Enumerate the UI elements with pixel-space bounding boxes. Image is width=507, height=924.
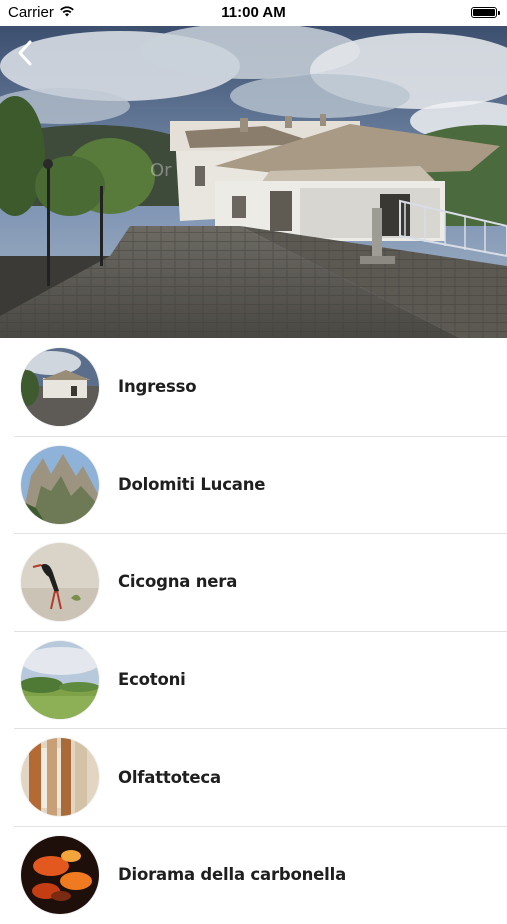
- list-item-label: Dolomiti Lucane: [118, 474, 266, 494]
- list-item-label: Ecotoni: [118, 670, 186, 690]
- svg-text:Or: Or: [150, 160, 172, 181]
- chevron-left-icon: [18, 40, 32, 66]
- back-button[interactable]: [10, 38, 40, 68]
- stork-photo: [21, 543, 99, 622]
- list-item[interactable]: Cicogna nera: [0, 533, 507, 631]
- cabinet-photo: [21, 738, 99, 817]
- list-item[interactable]: Olfattoteca: [0, 728, 507, 826]
- list-item-label: Ingresso: [118, 377, 197, 397]
- list-item[interactable]: Dolomiti Lucane: [0, 435, 507, 534]
- battery-icon: [471, 7, 500, 18]
- list-item[interactable]: Ingresso: [0, 338, 507, 436]
- list-item-label: Cicogna nera: [118, 572, 238, 592]
- exhibit-list: Ingresso Dolomiti Lucane Cicogna nera Ec…: [0, 338, 507, 924]
- mountain-photo: [21, 445, 99, 524]
- status-bar: Carrier 11:00 AM: [0, 0, 507, 26]
- meadow-photo: [21, 640, 99, 719]
- list-item[interactable]: Ecotoni: [0, 630, 507, 729]
- clock: 11:00 AM: [221, 4, 286, 21]
- hero-image: Or: [0, 26, 507, 338]
- embers-photo: [21, 835, 99, 914]
- list-item-label: Olfattoteca: [118, 767, 221, 787]
- building-photo: [21, 348, 99, 426]
- list-item[interactable]: Diorama della carbonella: [0, 825, 507, 924]
- list-item-label: Diorama della carbonella: [118, 865, 347, 885]
